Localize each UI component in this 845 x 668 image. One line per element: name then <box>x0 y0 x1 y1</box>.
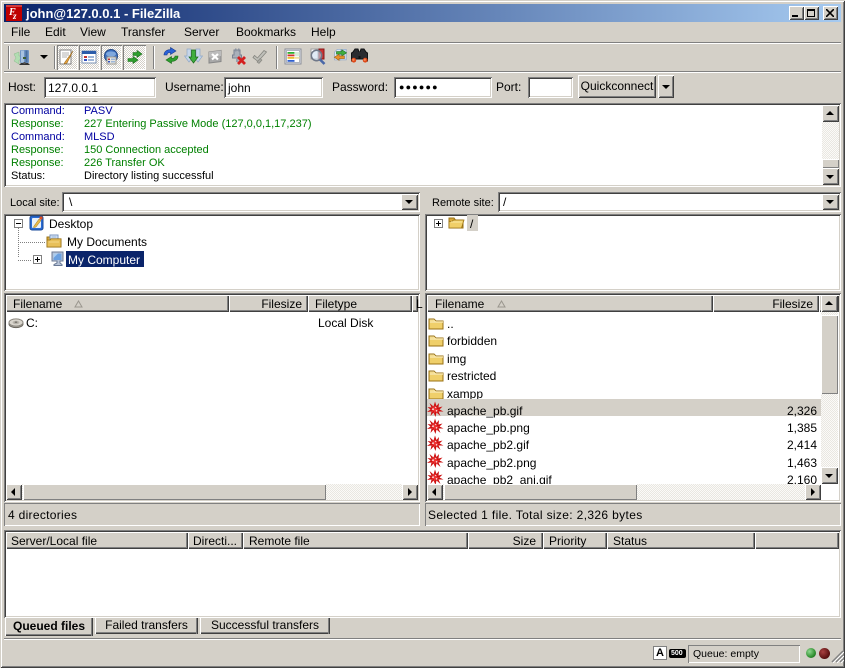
svg-text:z: z <box>12 11 17 21</box>
